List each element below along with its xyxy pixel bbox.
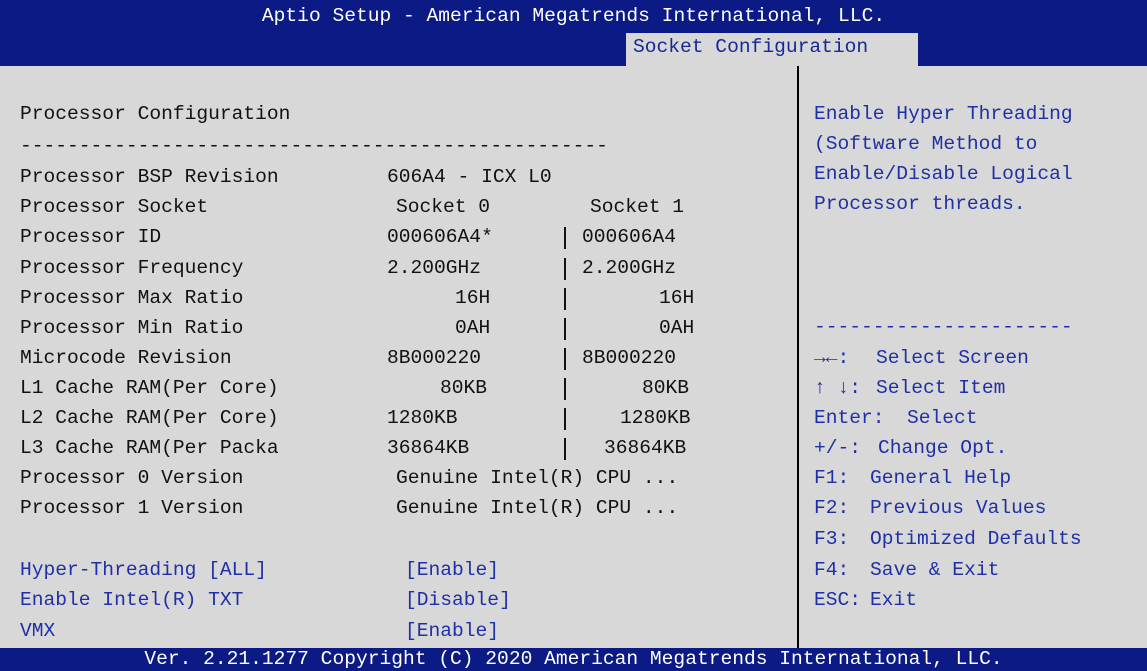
- column-separator: [564, 348, 566, 370]
- help-text-line: Enable Hyper Threading: [814, 103, 1073, 125]
- key-hint-key: F1:: [814, 467, 850, 489]
- row-label: Processor Frequency: [20, 257, 244, 279]
- column-separator: [564, 438, 566, 460]
- row-label: L3 Cache RAM(Per Packa: [20, 437, 279, 459]
- help-text-line: Enable/Disable Logical: [814, 163, 1073, 185]
- option-hyper-threading-value[interactable]: [Enable]: [405, 560, 499, 581]
- row-label: Processor 0 Version: [20, 467, 244, 489]
- key-hint-action: Exit: [870, 589, 918, 611]
- row-value-s0: 606A4 - ICX L0: [387, 166, 552, 188]
- row-label: L1 Cache RAM(Per Core): [20, 377, 279, 399]
- column-separator: [564, 378, 566, 400]
- key-hint-action: Save & Exit: [870, 559, 1000, 581]
- row-label: Processor Min Ratio: [20, 317, 244, 339]
- option-intel-txt-value[interactable]: [Disable]: [405, 590, 511, 611]
- row-label: Processor Max Ratio: [20, 287, 244, 309]
- row-label: Processor Socket: [20, 196, 209, 218]
- row-value-s0: Genuine Intel(R) CPU ...: [396, 497, 679, 519]
- key-hint-key: ↑ ↓:: [814, 377, 862, 399]
- copyright-text: Ver. 2.21.1277 Copyright (C) 2020 Americ…: [144, 648, 1003, 670]
- row-value-s1: 16H: [659, 287, 695, 309]
- row-value-s1: 8B000220: [582, 347, 677, 369]
- key-hint-key: Enter:: [814, 407, 885, 429]
- key-hint-key: F2:: [814, 497, 850, 519]
- option-intel-txt[interactable]: Enable Intel(R) TXT: [20, 590, 243, 611]
- app-title: Aptio Setup - American Megatrends Intern…: [261, 5, 886, 27]
- row-value-s1: 2.200GHz: [582, 257, 677, 279]
- key-hint-key: +/-:: [814, 437, 862, 459]
- column-separator: [564, 288, 566, 310]
- key-hint-key: F4:: [814, 559, 850, 581]
- section-separator: ----------------------------------------…: [20, 137, 608, 157]
- option-vmx-value[interactable]: [Enable]: [405, 621, 499, 642]
- row-label: Processor ID: [20, 226, 162, 248]
- row-value-s0: Genuine Intel(R) CPU ...: [396, 467, 679, 489]
- row-value-s0: 16H: [455, 287, 491, 309]
- section-heading: Processor Configuration: [20, 103, 291, 125]
- row-value-s1: 36864KB: [604, 437, 687, 459]
- row-label: L2 Cache RAM(Per Core): [20, 407, 279, 429]
- row-value-s1: 1280KB: [620, 407, 691, 429]
- key-hint-key: F3:: [814, 528, 850, 550]
- row-value-s0: 2.200GHz: [387, 257, 482, 279]
- row-label: Processor BSP Revision: [20, 166, 279, 188]
- key-hint-action: Previous Values: [870, 497, 1047, 519]
- key-hint-action: Select Screen: [876, 347, 1029, 369]
- option-vmx[interactable]: VMX: [20, 621, 55, 642]
- key-hint-action: Optimized Defaults: [870, 528, 1082, 550]
- column-separator: [564, 258, 566, 280]
- column-separator: [564, 318, 566, 340]
- row-value-s1: 0AH: [659, 317, 695, 339]
- row-value-s1: 000606A4: [582, 226, 677, 248]
- row-value-s0: 8B000220: [387, 347, 482, 369]
- key-hint-action: General Help: [870, 467, 1012, 489]
- column-separator: [564, 408, 566, 430]
- key-hint-action: Select: [907, 407, 978, 429]
- row-value-s0: 80KB: [440, 377, 488, 399]
- key-hint-key: →←:: [814, 347, 850, 369]
- row-value-s0: 0AH: [455, 317, 491, 339]
- row-label: Microcode Revision: [20, 347, 232, 369]
- row-value-s0: 1280KB: [387, 407, 458, 429]
- row-value-s0: Socket 0: [396, 196, 491, 218]
- row-label: Processor 1 Version: [20, 497, 244, 519]
- row-value-s0: 000606A4*: [387, 226, 493, 248]
- help-text-line: (Software Method to: [814, 133, 1038, 155]
- key-hint-action: Change Opt.: [878, 437, 1008, 459]
- option-hyper-threading[interactable]: Hyper-Threading [ALL]: [20, 560, 267, 581]
- panel-divider: [797, 66, 799, 648]
- key-hint-action: Select Item: [876, 377, 1006, 399]
- row-value-s0: 36864KB: [387, 437, 470, 459]
- help-text-line: Processor threads.: [814, 193, 1026, 215]
- tab-label: Socket Configuration: [633, 36, 869, 58]
- help-separator: ----------------------: [814, 316, 1073, 338]
- bios-screen: Aptio Setup - American Megatrends Intern…: [0, 0, 1147, 671]
- key-hint-key: ESC:: [814, 589, 862, 611]
- row-value-s1: 80KB: [642, 377, 690, 399]
- row-value-s1: Socket 1: [590, 196, 685, 218]
- column-separator: [564, 227, 566, 249]
